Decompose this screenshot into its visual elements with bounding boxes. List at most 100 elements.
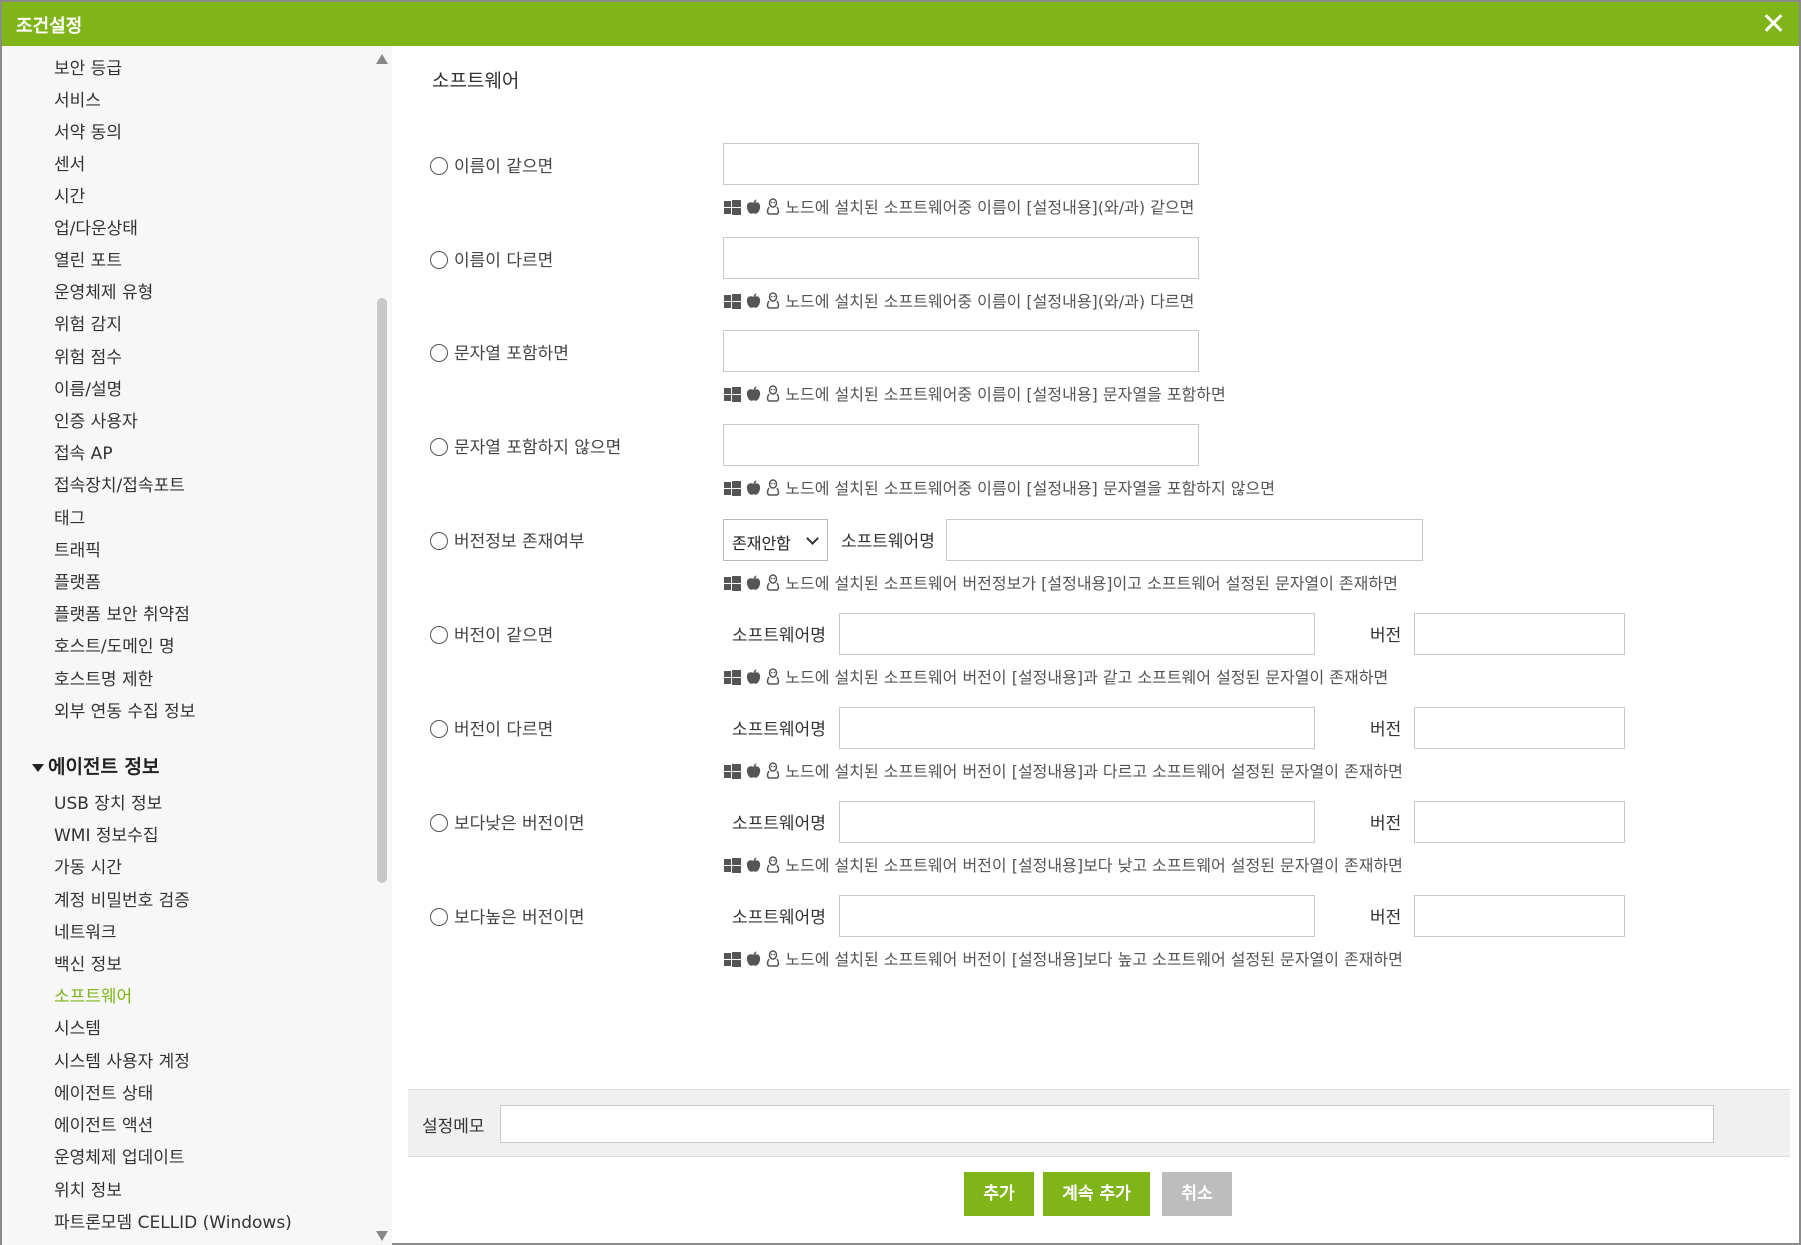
condition-desc: 노드에 설치된 소프트웨어 버전이 [설정내용]과 다르고 소프트웨어 설정된 … [724, 758, 1403, 783]
main-panel: 소프트웨어 이름이 같으면 노드에 설치된 소프트웨어중 이름이 [설정내용](… [392, 46, 1799, 1245]
not-contains-input[interactable] [723, 424, 1199, 466]
add-continue-button[interactable]: 계속 추가 [1043, 1172, 1150, 1216]
sidebar-item[interactable]: 위험 점수 [54, 343, 122, 368]
condition-radio[interactable]: 이름이 다르면 [430, 246, 553, 271]
sidebar-item[interactable]: 시간 [54, 182, 85, 207]
radio-button[interactable] [430, 814, 448, 832]
sidebar-item[interactable]: WMI 정보수집 [54, 821, 158, 846]
software-name-input[interactable] [839, 895, 1315, 937]
scroll-down-icon[interactable] [376, 1231, 388, 1241]
sidebar-item[interactable]: 이름/설명 [54, 375, 122, 400]
software-name-input[interactable] [946, 519, 1423, 561]
radio-button[interactable] [430, 720, 448, 738]
sidebar-item[interactable]: 운영체제 유형 [54, 278, 153, 303]
software-name-input[interactable] [839, 801, 1315, 843]
condition-radio[interactable]: 버전이 다르면 [430, 715, 553, 740]
sidebar-item[interactable]: 네트워크 [54, 918, 117, 943]
sidebar-item[interactable]: 백신 정보 [54, 950, 122, 975]
cancel-button[interactable]: 취소 [1162, 1172, 1232, 1216]
radio-button[interactable] [430, 438, 448, 456]
software-name-input[interactable] [839, 613, 1315, 655]
windows-icon [724, 576, 741, 595]
add-button[interactable]: 추가 [964, 1172, 1034, 1216]
version-label: 버전 [1370, 814, 1402, 834]
condition-radio[interactable]: 버전이 같으면 [430, 621, 553, 646]
sidebar-item[interactable]: 태그 [54, 504, 85, 529]
close-icon[interactable] [1761, 11, 1785, 35]
sidebar-item[interactable]: 업/다운상태 [54, 214, 138, 239]
sidebar-item[interactable]: 시스템 [54, 1014, 101, 1039]
condition-radio[interactable]: 문자열 포함하면 [430, 339, 569, 364]
sidebar-item[interactable]: 보안 등급 [54, 54, 122, 79]
condition-label: 이름이 다르면 [454, 251, 554, 271]
apple-icon [746, 857, 761, 877]
sidebar-group-agent-info[interactable]: 에이전트 정보 [32, 752, 160, 779]
sidebar: 보안 등급 서비스 서약 동의 센서 시간 업/다운상태 열린 포트 운영체제 … [2, 46, 392, 1245]
sidebar-item[interactable]: 접속 AP [54, 439, 113, 464]
software-name-input[interactable] [839, 707, 1315, 749]
condition-settings-dialog: 조건설정 보안 등급 서비스 서약 동의 센서 시간 업/다운상태 열린 포트 … [0, 0, 1801, 1245]
version-input[interactable] [1414, 895, 1625, 937]
sidebar-item[interactable]: 에이전트 액션 [54, 1111, 153, 1136]
condition-radio[interactable]: 이름이 같으면 [430, 152, 553, 177]
condition-label: 버전이 다르면 [454, 720, 554, 740]
condition-radio[interactable]: 버전정보 존재여부 [430, 527, 585, 552]
condition-radio[interactable]: 보다높은 버전이면 [430, 903, 585, 928]
radio-button[interactable] [430, 532, 448, 550]
condition-label: 버전정보 존재여부 [454, 532, 585, 552]
radio-button[interactable] [430, 908, 448, 926]
sidebar-item[interactable]: 위험 감지 [54, 310, 122, 335]
sidebar-item-software[interactable]: 소프트웨어 [54, 982, 132, 1007]
apple-icon [746, 293, 761, 313]
sidebar-item[interactable]: 운영체제 업데이트 [54, 1143, 185, 1168]
version-input[interactable] [1414, 613, 1625, 655]
sidebar-scrollbar[interactable] [372, 46, 392, 1245]
software-name-label: 소프트웨어명 [732, 908, 826, 928]
sidebar-item[interactable]: 가동 시간 [54, 853, 122, 878]
name-equals-input[interactable] [723, 143, 1199, 185]
condition-radio[interactable]: 문자열 포함하지 않으면 [430, 433, 621, 458]
radio-button[interactable] [430, 626, 448, 644]
condition-label: 보다낮은 버전이면 [454, 814, 585, 834]
condition-label: 보다높은 버전이면 [454, 908, 585, 928]
name-differs-input[interactable] [723, 237, 1199, 279]
sidebar-item[interactable]: 트래픽 [54, 536, 101, 561]
sidebar-item[interactable]: USB 장치 정보 [54, 789, 162, 814]
sidebar-item[interactable]: 센서 [54, 150, 85, 175]
sidebar-item[interactable]: 위치 정보 [54, 1176, 122, 1201]
contains-input[interactable] [723, 330, 1199, 372]
version-input[interactable] [1414, 801, 1625, 843]
sidebar-item[interactable]: 호스트명 제한 [54, 665, 153, 690]
condition-desc: 노드에 설치된 소프트웨어중 이름이 [설정내용](와/과) 다르면 [724, 288, 1194, 313]
apple-icon [746, 951, 761, 971]
sidebar-item[interactable]: 에이전트 상태 [54, 1079, 153, 1104]
condition-radio[interactable]: 보다낮은 버전이면 [430, 809, 585, 834]
scroll-up-icon[interactable] [376, 54, 388, 64]
condition-desc-text: 노드에 설치된 소프트웨어중 이름이 [설정내용] 문자열을 포함하지 않으면 [785, 479, 1275, 498]
scroll-thumb[interactable] [377, 298, 387, 883]
windows-icon [724, 200, 741, 219]
condition-label: 문자열 포함하면 [454, 344, 569, 364]
radio-button[interactable] [430, 157, 448, 175]
sidebar-item[interactable]: 서비스 [54, 86, 101, 111]
version-label: 버전 [1370, 908, 1402, 928]
windows-icon [724, 387, 741, 406]
sidebar-item[interactable]: 접속장치/접속포트 [54, 471, 185, 496]
sidebar-item[interactable]: 시스템 사용자 계정 [54, 1047, 190, 1072]
sidebar-item[interactable]: 열린 포트 [54, 246, 122, 271]
sidebar-item[interactable]: 플랫폼 [54, 568, 101, 593]
sidebar-item[interactable]: 계정 비밀번호 검증 [54, 886, 190, 911]
memo-input[interactable] [500, 1105, 1714, 1143]
sidebar-item[interactable]: 호스트/도메인 명 [54, 632, 175, 657]
sidebar-item[interactable]: 서약 동의 [54, 118, 122, 143]
condition-desc-text: 노드에 설치된 소프트웨어 버전정보가 [설정내용]이고 소프트웨어 설정된 문… [785, 574, 1398, 593]
windows-icon [724, 481, 741, 500]
sidebar-item[interactable]: 플랫폼 보안 취약점 [54, 600, 190, 625]
sidebar-item[interactable]: 파트론모뎀 CELLID (Windows) [54, 1208, 292, 1233]
version-input[interactable] [1414, 707, 1625, 749]
sidebar-item[interactable]: 외부 연동 수집 정보 [54, 697, 195, 722]
existence-select[interactable]: 존재안함 [723, 519, 828, 561]
sidebar-item[interactable]: 인증 사용자 [54, 407, 138, 432]
radio-button[interactable] [430, 251, 448, 269]
radio-button[interactable] [430, 344, 448, 362]
